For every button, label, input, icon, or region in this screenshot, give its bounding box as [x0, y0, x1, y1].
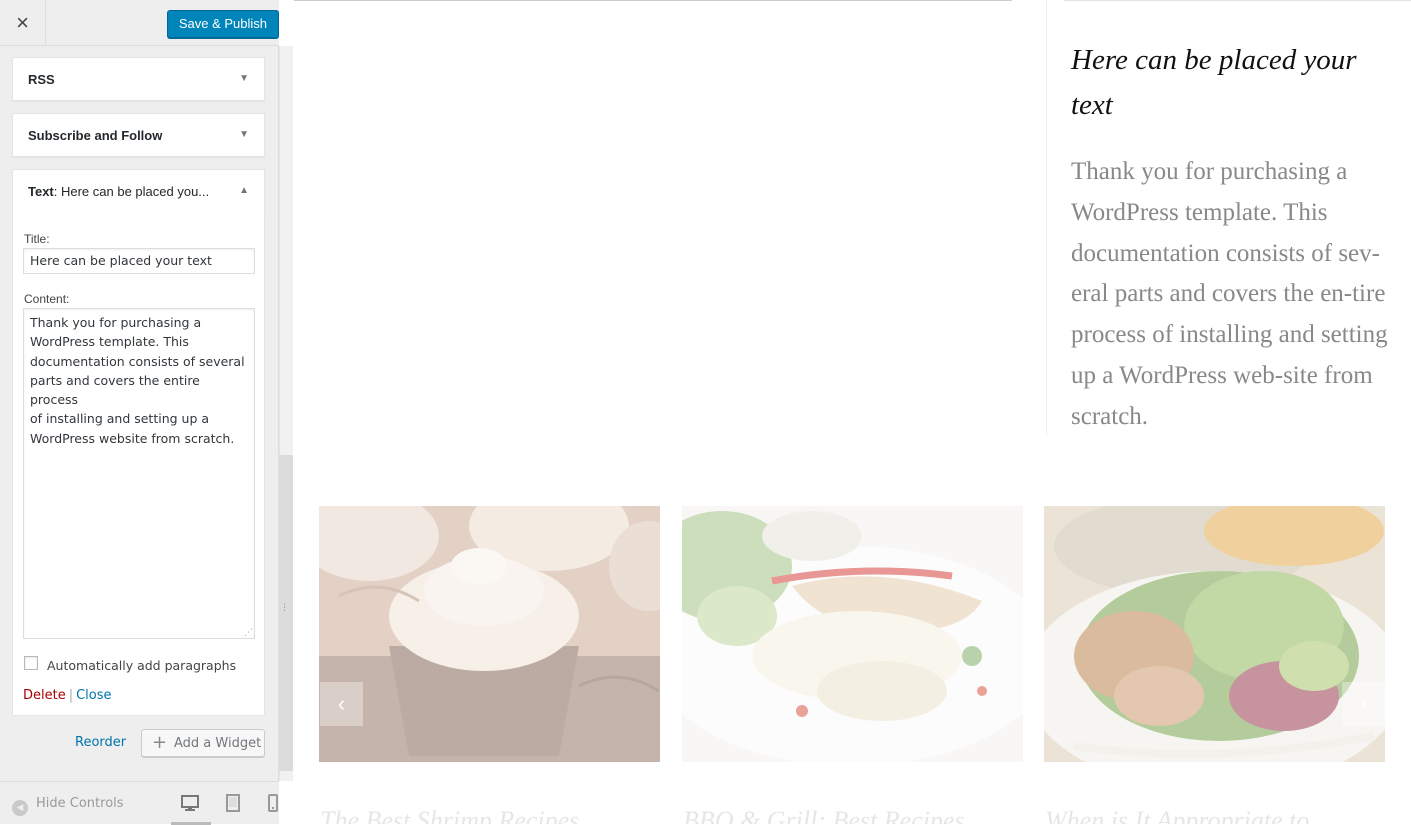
site-preview: Here can be placed your text Thank you f… — [294, 0, 1411, 824]
hide-controls-button[interactable]: ◀ Hide Controls — [12, 796, 124, 816]
content-textarea[interactable]: Thank you for purchasing a WordPress tem… — [23, 308, 255, 639]
reorder-link[interactable]: Reorder — [75, 735, 126, 750]
preview-widget-title: Here can be placed your text — [1071, 44, 1357, 121]
post-title[interactable]: When is It Appropriate to — [1045, 806, 1309, 824]
widget-text-name: : Here can be placed you... — [53, 184, 210, 199]
widget-rss[interactable]: RSS ▼ — [12, 57, 265, 101]
resize-handle-icon[interactable]: ⋰ — [244, 628, 253, 637]
separator: | — [68, 688, 74, 703]
plus-icon: + — [152, 732, 168, 753]
desktop-icon[interactable] — [181, 794, 199, 812]
close-link[interactable]: Close — [76, 688, 111, 703]
auto-paragraphs-label: Automatically add paragraphs — [47, 658, 237, 673]
widget-rss-title: RSS — [28, 72, 55, 87]
slider-next-button[interactable]: › — [1342, 682, 1385, 726]
widget-subscribe-follow[interactable]: Subscribe and Follow ▼ — [12, 113, 265, 157]
hide-controls-label: Hide Controls — [36, 796, 124, 811]
slider-prev-button[interactable]: ‹ — [320, 682, 363, 726]
cupcakes-photo[interactable] — [319, 506, 660, 762]
sidebar-scrollbar-thumb[interactable] — [279, 455, 293, 771]
title-input[interactable]: Here can be placed your text — [23, 248, 255, 274]
customizer-sidebar: × Save & Publish RSS ▼ Subscribe and Fol… — [0, 0, 282, 825]
close-customizer-button[interactable]: × — [0, 0, 46, 46]
widget-text[interactable]: Text: Here can be placed you... ▲ — [12, 169, 265, 213]
grilled-fish-plate-photo[interactable] — [682, 506, 1023, 762]
sidebar-divider — [1046, 0, 1047, 436]
collapse-arrow-icon: ◀ — [12, 800, 28, 816]
widget-text-type: Text — [28, 184, 54, 199]
title-label: Title: — [24, 232, 50, 246]
preview-widget-text: Thank you for purchasing a WordPress tem… — [1071, 158, 1388, 430]
chevron-down-icon: ▼ — [239, 73, 249, 84]
auto-paragraphs-checkbox[interactable] — [24, 656, 38, 670]
customizer-header: × Save & Publish — [0, 0, 279, 46]
salad-plate-photo[interactable] — [1044, 506, 1385, 762]
customizer-footer: ◀ Hide Controls — [0, 781, 282, 825]
add-widget-button[interactable]: + Add a Widget — [141, 729, 265, 757]
mobile-icon[interactable] — [264, 794, 282, 812]
divider — [294, 0, 1012, 1]
widget-text-title: Text: Here can be placed you... — [28, 184, 209, 199]
widget-text-form: Title: Here can be placed your text Cont… — [12, 212, 265, 716]
tablet-icon[interactable] — [224, 794, 242, 812]
close-icon: × — [16, 10, 29, 35]
post-title[interactable]: The Best Shrimp Recipes — [320, 806, 579, 824]
delete-link[interactable]: Delete — [23, 688, 66, 703]
chevron-down-icon: ▼ — [239, 129, 249, 140]
divider — [1064, 0, 1411, 1]
chevron-up-icon: ▲ — [239, 185, 249, 196]
drag-handle-icon[interactable]: ⋮ — [280, 602, 289, 613]
add-widget-label: Add a Widget — [174, 736, 262, 751]
widget-subscribe-title: Subscribe and Follow — [28, 128, 163, 143]
save-publish-button[interactable]: Save & Publish — [166, 10, 279, 38]
post-title[interactable]: BBQ & Grill: Best Recipes — [683, 806, 965, 824]
content-label: Content: — [24, 292, 70, 306]
widget-actions: Delete | Close — [23, 688, 112, 703]
